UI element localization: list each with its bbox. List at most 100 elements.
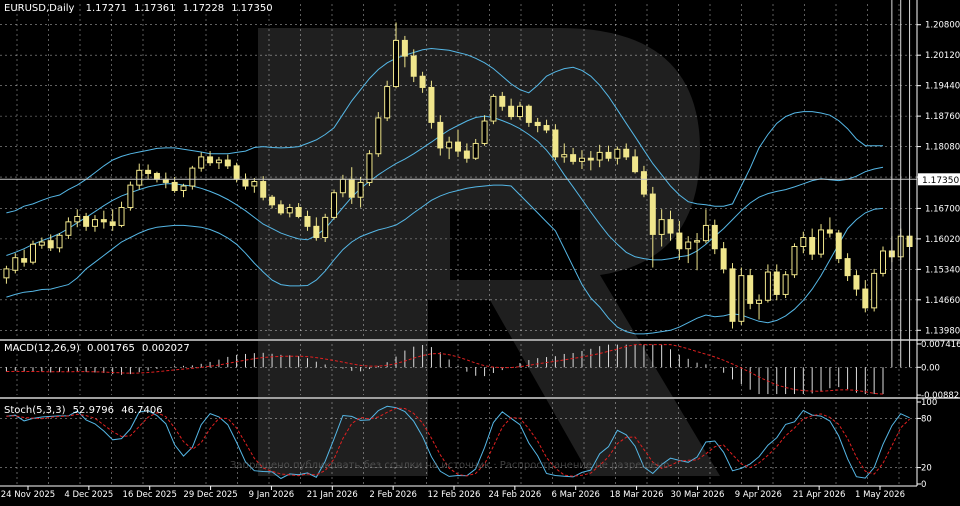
- candle[interactable]: [162, 172, 169, 189]
- candle[interactable]: [826, 217, 833, 238]
- candle[interactable]: [800, 231, 807, 254]
- candle[interactable]: [180, 183, 187, 198]
- high-value: 1.17361: [134, 3, 175, 14]
- candle[interactable]: [862, 280, 869, 313]
- candle-body-down: [835, 232, 842, 260]
- candle[interactable]: [242, 173, 249, 190]
- candle-body-down: [153, 172, 160, 180]
- candle[interactable]: [809, 228, 816, 260]
- candle[interactable]: [215, 156, 222, 169]
- stochastic-axis: 100 80 20 0: [917, 398, 937, 490]
- stochastic-panel[interactable]: 100 80 20 0 Stoch(5,3,3) 52.9796 46.7406: [0, 398, 937, 490]
- candle[interactable]: [198, 152, 205, 172]
- candle[interactable]: [720, 242, 727, 274]
- time-tick-label: 4 Dec 2025: [64, 490, 113, 500]
- candle[interactable]: [880, 246, 887, 277]
- price-tick-label: 1.20120: [925, 51, 960, 61]
- candle-body-up: [12, 257, 19, 271]
- candle[interactable]: [738, 267, 745, 325]
- candle-body-up: [702, 224, 709, 242]
- candle[interactable]: [702, 209, 709, 244]
- candle[interactable]: [251, 177, 258, 193]
- candle-body-down: [428, 86, 435, 123]
- price-tick-label: 1.19440: [925, 82, 960, 92]
- candle[interactable]: [375, 112, 382, 157]
- close-value: 1.17350: [231, 3, 272, 14]
- candle-body-down: [410, 55, 417, 77]
- candle[interactable]: [153, 171, 160, 183]
- candle[interactable]: [835, 229, 842, 264]
- candle[interactable]: [384, 80, 391, 122]
- candle[interactable]: [3, 265, 10, 284]
- candle-body-down: [313, 225, 320, 239]
- candle[interactable]: [729, 263, 736, 329]
- candle[interactable]: [818, 224, 825, 258]
- candle[interactable]: [747, 268, 754, 310]
- candle[interactable]: [711, 219, 718, 255]
- candle[interactable]: [38, 237, 45, 249]
- chart-canvas[interactable]: 1.208001.201201.194401.187601.180801.174…: [0, 0, 960, 502]
- time-tick-label: 29 Dec 2025: [183, 490, 237, 500]
- candle[interactable]: [322, 213, 329, 243]
- candle-body-down: [269, 196, 276, 206]
- candle-body-up: [791, 245, 798, 276]
- candle-body-down: [171, 181, 178, 191]
- candle[interactable]: [844, 253, 851, 281]
- candle[interactable]: [109, 209, 116, 231]
- macd-signal-value: 0.002027: [142, 343, 190, 354]
- candle-body-up: [756, 299, 763, 304]
- candle-body-down: [260, 181, 267, 198]
- candle[interactable]: [136, 163, 143, 190]
- candle-body-up: [472, 142, 479, 159]
- candle[interactable]: [490, 94, 497, 125]
- candle-body-up: [596, 151, 603, 161]
- candle[interactable]: [871, 268, 878, 312]
- candle[interactable]: [791, 243, 798, 278]
- price-tick-label: 1.16020: [925, 235, 960, 245]
- candle[interactable]: [756, 294, 763, 320]
- candle[interactable]: [331, 189, 338, 220]
- candle-body-up: [446, 141, 453, 149]
- price-tick-label: 1.15340: [925, 265, 960, 275]
- time-axis[interactable]: 24 Nov 2025 4 Dec 2025 16 Dec 2025 29 Dec 2…: [0, 485, 917, 500]
- candle-body-down: [862, 288, 869, 309]
- candle[interactable]: [685, 236, 692, 264]
- candle[interactable]: [189, 165, 196, 190]
- price-tick-label: 1.20800: [925, 21, 960, 31]
- candle[interactable]: [782, 271, 789, 299]
- candle-body-down: [463, 150, 470, 159]
- macd-header: MACD(12,26,9) 0.001765 0.002027: [4, 343, 190, 354]
- candle-body-up: [198, 156, 205, 169]
- candle-body-down: [277, 204, 284, 214]
- candle[interactable]: [65, 217, 72, 239]
- candle[interactable]: [29, 240, 36, 265]
- candle-body-up: [658, 219, 665, 235]
- candle[interactable]: [773, 264, 780, 301]
- time-tick-label: 24 Nov 2025: [1, 490, 55, 500]
- candle-body-down: [826, 229, 833, 234]
- candle-body-down: [47, 240, 54, 249]
- candle[interactable]: [764, 264, 771, 303]
- candle[interactable]: [853, 270, 860, 296]
- chart-window[interactable]: 1.208001.201201.194401.187601.180801.174…: [0, 0, 960, 502]
- candle[interactable]: [100, 210, 107, 229]
- candle[interactable]: [56, 233, 63, 253]
- candle[interactable]: [428, 80, 435, 129]
- candle[interactable]: [366, 150, 373, 187]
- candle-body-down: [534, 121, 541, 127]
- candle[interactable]: [21, 249, 28, 267]
- candle[interactable]: [127, 181, 134, 211]
- candle[interactable]: [83, 212, 90, 231]
- candle-body-down: [773, 271, 780, 295]
- candle-body-down: [570, 154, 577, 162]
- candle[interactable]: [224, 154, 231, 169]
- candle-body-down: [21, 258, 28, 263]
- candle-body-down: [233, 165, 240, 180]
- candle[interactable]: [552, 124, 559, 161]
- candle[interactable]: [91, 215, 98, 232]
- candle[interactable]: [118, 201, 125, 228]
- candle-body-up: [136, 169, 143, 186]
- candle[interactable]: [12, 253, 19, 274]
- candle-body-down: [649, 193, 656, 235]
- candle-body-up: [764, 271, 771, 301]
